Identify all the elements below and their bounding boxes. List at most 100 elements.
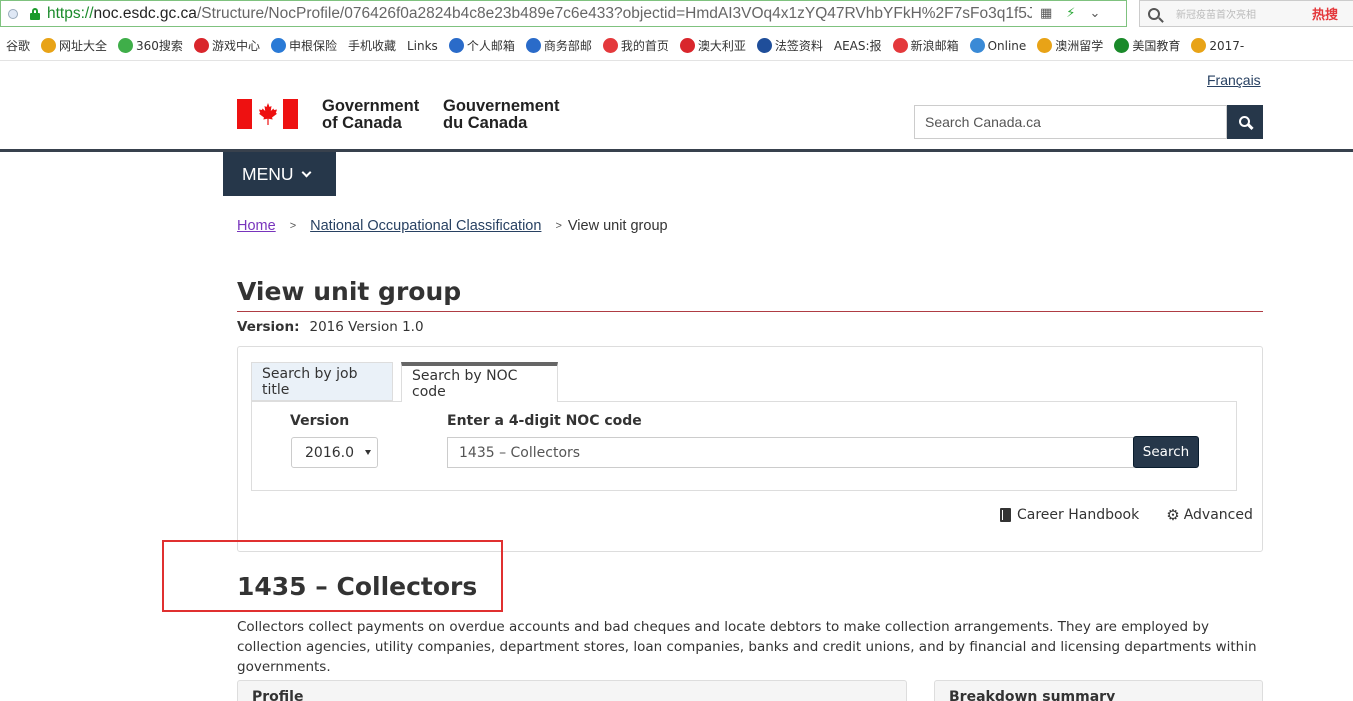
bookmark-item[interactable]: 网址大全 xyxy=(41,37,107,54)
bookmark-favicon-icon xyxy=(448,38,464,53)
url-text[interactable]: https://noc.esdc.gc.ca/Structure/NocProf… xyxy=(47,5,1032,23)
menu-label: MENU xyxy=(242,163,294,184)
bookmark-item[interactable]: Online xyxy=(969,38,1027,53)
profile-card-heading: Profile xyxy=(237,680,907,701)
url-host: noc.esdc.gc.ca xyxy=(93,4,197,22)
breadcrumb-separator-icon: > xyxy=(289,220,297,232)
bookmarks-divider xyxy=(0,60,1353,61)
bookmark-item[interactable]: 2017- xyxy=(1191,38,1244,53)
bookmark-item[interactable]: 法签资料 xyxy=(756,37,823,54)
browser-search-placeholder: 新冠疫苗首次亮相 xyxy=(1176,10,1256,21)
bookmark-favicon-icon xyxy=(892,38,908,53)
breakdown-summary-card-heading: Breakdown summary xyxy=(934,680,1263,701)
hot-search-label[interactable]: 热搜 xyxy=(1312,4,1338,23)
bookmark-label: Online xyxy=(987,38,1027,53)
bookmark-label: Links xyxy=(406,38,438,53)
version-line: Version: 2016 Version 1.0 xyxy=(237,319,424,335)
bookmark-label: 游戏中心 xyxy=(211,39,260,53)
breadcrumb-home-link[interactable]: Home xyxy=(237,218,276,234)
qr-code-icon[interactable]: ▦ xyxy=(1040,6,1052,21)
tab-search-by-noc-code[interactable]: Search by NOC code xyxy=(401,362,558,402)
site-search-button[interactable] xyxy=(1227,105,1263,139)
book-icon xyxy=(1000,508,1011,522)
bookmark-favicon-icon xyxy=(602,38,618,53)
bookmark-favicon-icon xyxy=(1191,38,1207,53)
breadcrumb-separator-icon: > xyxy=(555,220,562,232)
canada-flag-icon xyxy=(237,99,298,129)
bookmark-favicon-icon xyxy=(756,38,772,53)
version-select[interactable]: 2016.0 xyxy=(291,437,378,468)
language-toggle-link[interactable]: Français xyxy=(1207,72,1261,88)
breadcrumb: Home > National Occupational Classificat… xyxy=(237,218,668,234)
bookmark-item[interactable]: Links xyxy=(407,39,438,53)
url-scheme: https:// xyxy=(47,4,94,22)
government-of-canada-logo[interactable]: Government of Canada Gouvernement du Can… xyxy=(237,97,573,132)
bookmark-label: 法签资料 xyxy=(774,39,823,53)
version-select-value: 2016.0 xyxy=(305,444,354,461)
bookmark-label: 新浪邮箱 xyxy=(910,39,959,53)
version-value: 2016 Version 1.0 xyxy=(309,319,424,335)
bookmark-item[interactable]: 商务部邮 xyxy=(525,37,592,54)
advanced-search-link[interactable]: Advanced xyxy=(1184,507,1253,523)
site-search xyxy=(914,105,1263,139)
title-underline xyxy=(237,311,1263,312)
page-title: View unit group xyxy=(237,277,462,306)
bookmark-label: 申根保险 xyxy=(288,39,337,53)
url-path: /Structure/NocProfile/076426f0a2824b4c8e… xyxy=(196,4,1032,22)
gear-icon: ⚙ xyxy=(1166,506,1180,524)
search-icon xyxy=(1148,7,1160,20)
bookmark-item[interactable]: 个人邮箱 xyxy=(448,37,515,54)
breadcrumb-noc-link[interactable]: National Occupational Classification xyxy=(310,218,541,234)
bookmark-label: 谷歌 xyxy=(6,39,31,53)
bookmark-favicon-icon xyxy=(1037,38,1053,53)
gov-name-en: Government of Canada xyxy=(322,97,420,132)
bookmark-favicon-icon xyxy=(525,38,541,53)
security-indicator-icon xyxy=(8,8,18,19)
bookmark-label: 澳大利亚 xyxy=(697,39,746,53)
bookmark-label: 360搜索 xyxy=(136,39,183,53)
lightning-icon[interactable]: ⚡ xyxy=(1066,6,1075,21)
bookmark-label: 手机收藏 xyxy=(347,39,396,53)
header-divider xyxy=(0,149,1353,152)
tab-search-by-job-title[interactable]: Search by job title xyxy=(251,362,393,401)
bookmark-label: 网址大全 xyxy=(59,39,108,53)
bookmark-favicon-icon xyxy=(41,38,57,53)
noc-code-input[interactable] xyxy=(447,437,1134,468)
bookmark-label: 2017- xyxy=(1209,38,1245,53)
bookmark-item[interactable]: 澳大利亚 xyxy=(679,37,746,54)
bookmark-item[interactable]: 申根保险 xyxy=(270,37,337,54)
bookmark-favicon-icon xyxy=(270,38,286,53)
browser-search-box[interactable]: 新冠疫苗首次亮相 热搜 xyxy=(1139,0,1353,27)
bookmarks-bar: 谷歌 网址大全 360搜索 游戏中心 申根保险 手机收藏 Links 个人邮箱 商务部邮 我的首页… xyxy=(0,33,1353,58)
bookmark-favicon-icon xyxy=(679,38,695,53)
noc-code-label: Enter a 4-digit NOC code xyxy=(447,413,642,429)
site-search-input[interactable] xyxy=(914,105,1227,139)
result-description: Collectors collect payments on overdue a… xyxy=(237,619,1257,675)
bookmark-label: 我的首页 xyxy=(620,39,669,53)
bookmark-item[interactable]: 谷歌 xyxy=(6,37,30,54)
chevron-down-icon[interactable]: ⌄ xyxy=(1089,6,1100,21)
bookmark-item[interactable]: 360搜索 xyxy=(118,37,183,54)
bookmark-favicon-icon xyxy=(118,38,134,53)
bookmark-item[interactable]: 美国教育 xyxy=(1114,37,1180,54)
bookmark-favicon-icon xyxy=(1114,38,1130,53)
menu-button[interactable]: MENU xyxy=(223,152,336,196)
bookmark-label: 澳洲留学 xyxy=(1055,39,1104,53)
bookmark-item[interactable]: 新浪邮箱 xyxy=(892,37,959,54)
career-handbook-link[interactable]: Career Handbook xyxy=(1017,507,1139,523)
version-label: Version: xyxy=(237,319,300,335)
noc-search-form: Version 2016.0 Enter a 4-digit NOC code … xyxy=(251,401,1237,491)
bookmark-item[interactable]: AEAS:报 xyxy=(834,37,882,54)
address-bar[interactable]: https://noc.esdc.gc.ca/Structure/NocProf… xyxy=(0,0,1127,27)
bookmark-item[interactable]: 手机收藏 xyxy=(348,37,396,54)
bookmark-label: AEAS:报 xyxy=(833,39,882,53)
bookmark-label: 美国教育 xyxy=(1132,39,1181,53)
noc-search-button[interactable]: Search xyxy=(1133,436,1199,468)
bookmark-item[interactable]: 澳洲留学 xyxy=(1037,37,1103,54)
bookmark-item[interactable]: 游戏中心 xyxy=(193,37,260,54)
bookmark-item[interactable]: 我的首页 xyxy=(602,37,669,54)
version-select-label: Version xyxy=(290,413,350,429)
chevron-down-icon xyxy=(301,167,311,177)
search-panel: Search by job title Search by NOC code V… xyxy=(237,346,1263,552)
bookmark-favicon-icon xyxy=(969,38,985,53)
